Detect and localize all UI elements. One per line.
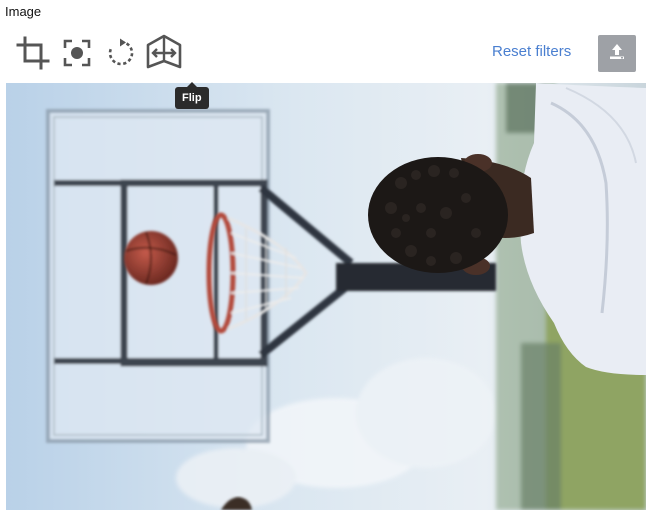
focus-point-icon bbox=[62, 38, 92, 68]
upload-button[interactable] bbox=[598, 35, 636, 72]
focus-point-button[interactable] bbox=[58, 34, 96, 72]
upload-icon bbox=[607, 41, 627, 66]
flip-icon bbox=[145, 34, 183, 72]
image-preview bbox=[6, 83, 646, 510]
crop-button[interactable] bbox=[14, 34, 52, 72]
image-field: Image Reset filters Flip bbox=[0, 0, 651, 515]
flip-tooltip: Flip bbox=[175, 82, 209, 109]
field-label: Image bbox=[5, 4, 42, 19]
reset-filters-link[interactable]: Reset filters bbox=[492, 43, 571, 60]
rotate-icon bbox=[106, 38, 136, 68]
flip-button[interactable] bbox=[145, 34, 183, 72]
rotate-button[interactable] bbox=[102, 34, 140, 72]
image-toolbar: Reset filters bbox=[0, 30, 651, 78]
crop-icon bbox=[16, 36, 50, 70]
